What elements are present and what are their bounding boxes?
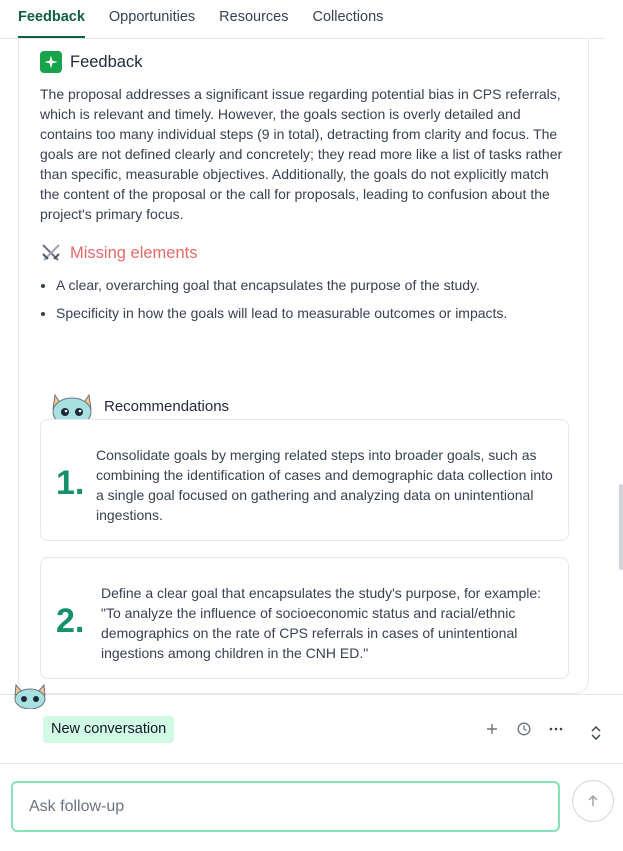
crossed-swords-icon (40, 242, 62, 264)
more-icon[interactable] (545, 718, 567, 740)
tab-opportunities[interactable]: Opportunities (109, 9, 195, 38)
history-icon[interactable] (513, 718, 535, 740)
missing-header: Missing elements (40, 242, 197, 264)
missing-elements-title: Missing elements (70, 243, 198, 262)
recommendation-text: Consolidate goals by merging related ste… (96, 447, 553, 523)
feedback-header: Feedback (40, 51, 142, 73)
feedback-body: The proposal addresses a significant iss… (40, 86, 563, 222)
divider (0, 763, 623, 764)
scrollbar[interactable] (619, 484, 623, 570)
plus-icon[interactable] (481, 718, 503, 740)
tab-resources[interactable]: Resources (219, 9, 288, 38)
sparkle-icon (40, 51, 62, 73)
expand-icon[interactable] (585, 722, 607, 744)
ask-followup-input[interactable] (11, 781, 560, 832)
recommendation-number: 2. (56, 602, 85, 640)
cat-avatar-icon (13, 683, 47, 710)
tab-feedback[interactable]: Feedback (18, 9, 85, 38)
feedback-title: Feedback (70, 52, 143, 71)
missing-elements-list: A clear, overarching goal that encapsula… (40, 275, 586, 331)
tab-collections[interactable]: Collections (312, 9, 383, 38)
new-conversation-button[interactable]: New conversation (43, 716, 175, 743)
recommendation-text: Define a clear goal that encapsulates th… (101, 585, 542, 661)
list-item: A clear, overarching goal that encapsula… (56, 275, 586, 295)
recommendation-number: 1. (56, 464, 85, 502)
arrow-up-icon (588, 794, 598, 806)
recommendation-card: 1. Consolidate goals by merging related … (40, 419, 569, 541)
recommendation-card: 2. Define a clear goal that encapsulates… (40, 557, 569, 679)
tab-bar: Feedback Opportunities Resources Collect… (0, 0, 605, 39)
send-button[interactable] (572, 780, 614, 822)
feedback-card: Feedback The proposal addresses a signif… (18, 39, 589, 694)
list-item: Specificity in how the goals will lead t… (56, 303, 586, 323)
recommendations-title: Recommendations (104, 398, 230, 415)
